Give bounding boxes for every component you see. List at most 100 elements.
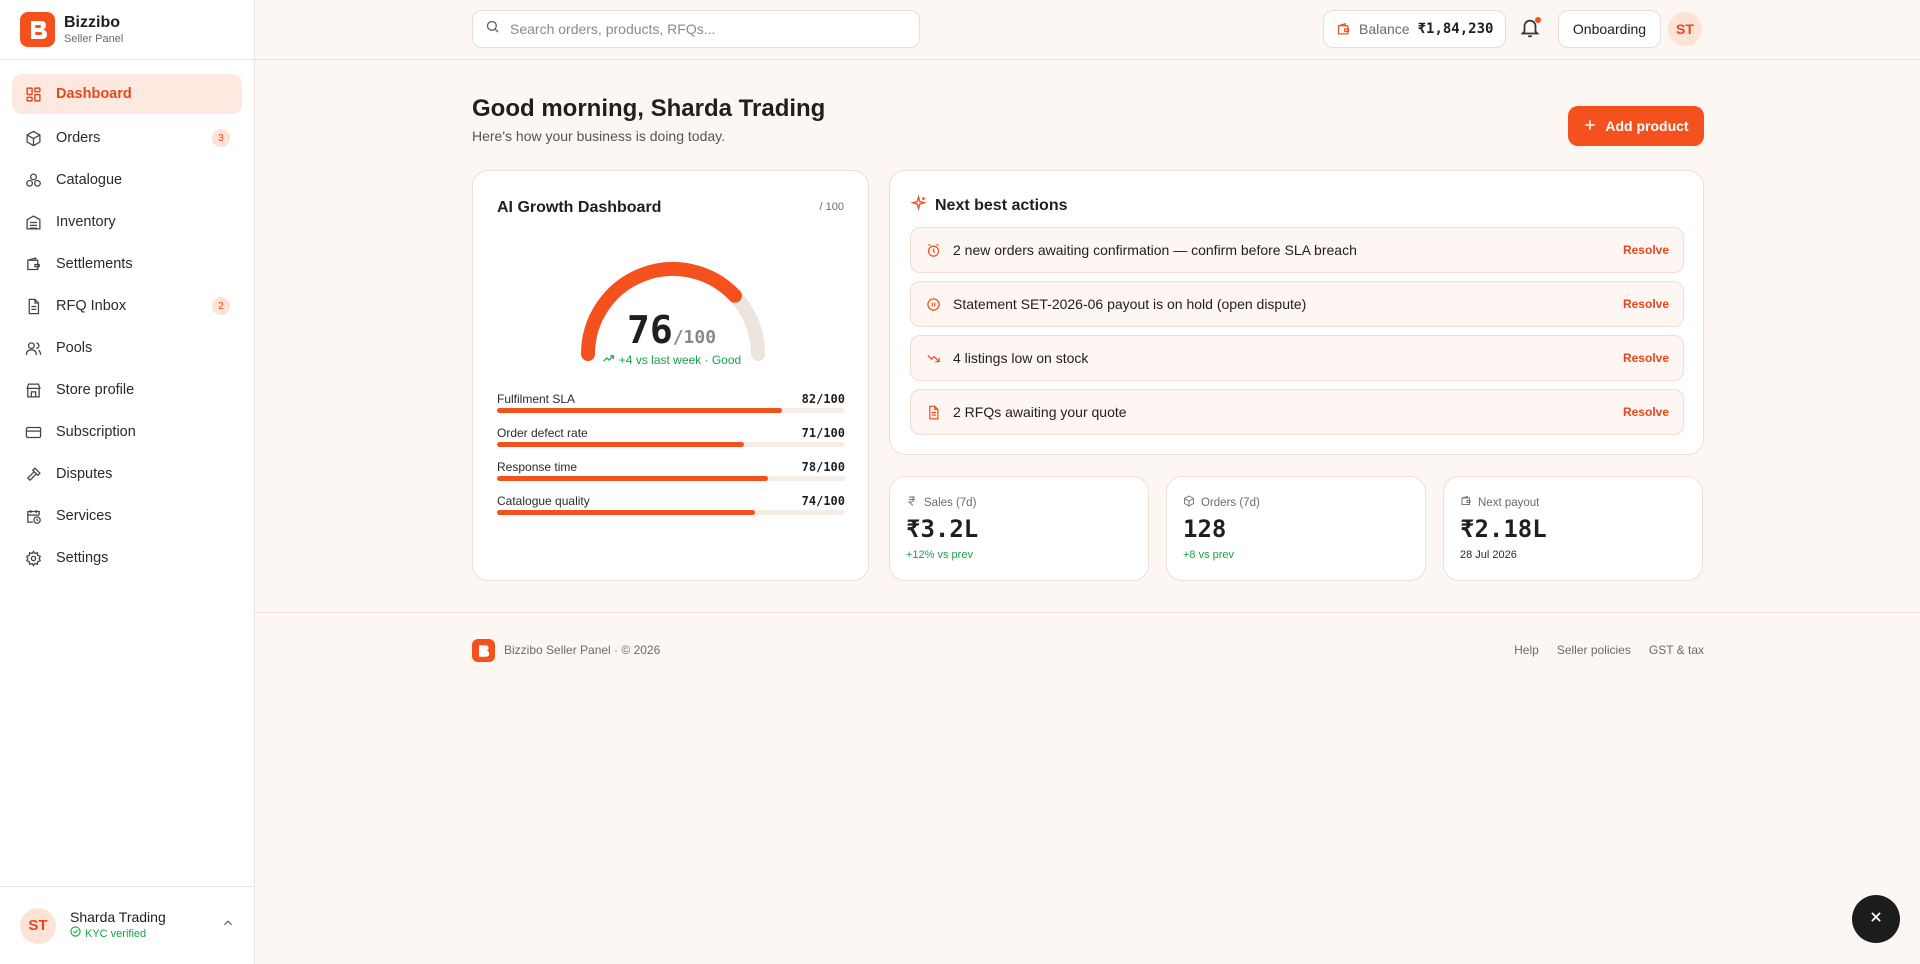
add-product-button[interactable]: Add product (1568, 106, 1704, 146)
stat-card-orders: Orders (7d) 128 +8 vs prev (1166, 476, 1426, 581)
resolve-button[interactable]: Resolve (1623, 405, 1669, 419)
metric-track (497, 476, 845, 481)
kyc-status-label: KYC verified (85, 927, 147, 940)
rfq-count-badge: 2 (212, 297, 230, 315)
stat-label-text: Next payout (1478, 496, 1540, 509)
score-readout: 76/100 (473, 308, 870, 352)
search-box[interactable] (472, 10, 920, 48)
resolve-button[interactable]: Resolve (1623, 297, 1669, 311)
user-menu[interactable]: ST Sharda Trading KYC verified (0, 886, 255, 964)
metric-fulfilment-sla: Fulfilment SLA 82/100 (497, 392, 845, 422)
metric-bar (497, 408, 783, 413)
metric-label: Response time (497, 460, 578, 474)
action-text: 4 listings low on stock (953, 350, 1089, 366)
topbar: Balance ₹1,84,230 Onboarding ST (255, 0, 1920, 60)
metric-value: 78/100 (801, 460, 845, 474)
avatar: ST (20, 907, 56, 944)
notifications-button[interactable] (1519, 17, 1543, 41)
sidebar-item-orders[interactable]: Orders 3 (12, 118, 242, 158)
store-icon (24, 381, 42, 399)
balance-pill[interactable]: Balance ₹1,84,230 (1323, 10, 1506, 48)
footer-link-gst-tax[interactable]: GST & tax (1649, 643, 1704, 657)
sidebar-item-pools[interactable]: Pools (12, 328, 242, 368)
plus-icon (1583, 118, 1597, 135)
orders-count-badge: 3 (212, 129, 230, 147)
footer-link-help[interactable]: Help (1514, 643, 1539, 657)
footer-logo-icon (472, 639, 495, 662)
sidebar-item-rfq-inbox[interactable]: RFQ Inbox 2 (12, 286, 242, 326)
rupee-icon (906, 495, 918, 510)
search-input[interactable] (510, 21, 890, 37)
action-item[interactable]: 4 listings low on stock Resolve (910, 335, 1684, 381)
action-item[interactable]: 2 new orders awaiting confirmation — con… (910, 227, 1684, 273)
balance-value: ₹1,84,230 (1417, 21, 1494, 37)
brand-logo-icon (20, 12, 55, 47)
gavel-icon (24, 465, 42, 483)
stat-value: ₹2.18L (1460, 515, 1547, 543)
action-item[interactable]: 2 RFQs awaiting your quote Resolve (910, 389, 1684, 435)
stat-change: +8 vs prev (1183, 549, 1235, 561)
bell-icon (1519, 19, 1541, 43)
actions-title: Next best actions (910, 194, 1067, 217)
sidebar-item-disputes[interactable]: Disputes (12, 454, 242, 494)
stat-label: Next payout (1460, 495, 1539, 510)
sidebar-nav: Dashboard Orders 3 Catalogue Inventory S… (0, 60, 254, 594)
sidebar-item-dashboard[interactable]: Dashboard (12, 74, 242, 114)
metric-bar (497, 476, 769, 481)
sidebar-item-services[interactable]: Services (12, 496, 242, 536)
onboarding-button[interactable]: Onboarding (1558, 10, 1661, 48)
chevron-up-icon[interactable] (221, 916, 235, 935)
document-icon (24, 297, 42, 315)
close-panel-button[interactable] (1852, 895, 1900, 943)
add-product-label: Add product (1605, 118, 1689, 134)
trending-down-icon (925, 350, 941, 366)
footer-copyright: Bizzibo Seller Panel · © 2026 (504, 643, 661, 657)
resolve-button[interactable]: Resolve (1623, 243, 1669, 257)
metric-label: Fulfilment SLA (497, 392, 576, 406)
check-circle-icon (70, 926, 81, 942)
footer-link-seller-policies[interactable]: Seller policies (1557, 643, 1631, 657)
sidebar-item-settings[interactable]: Settings (12, 538, 242, 578)
stat-value: ₹3.2L (906, 515, 979, 543)
metric-value: 82/100 (801, 392, 845, 406)
sidebar-item-store-profile[interactable]: Store profile (12, 370, 242, 410)
wallet-icon (24, 255, 42, 273)
page-title: Good morning, Sharda Trading (472, 95, 826, 122)
file-text-icon (925, 404, 941, 420)
sidebar-item-label: Store profile (56, 382, 135, 398)
alarm-clock-icon (925, 242, 941, 258)
sidebar-item-label: Pools (56, 340, 93, 356)
metric-track (497, 442, 845, 447)
sidebar-item-catalogue[interactable]: Catalogue (12, 160, 242, 200)
sidebar-item-label: Settlements (56, 256, 133, 272)
action-item[interactable]: Statement SET-2026-06 payout is on hold … (910, 281, 1684, 327)
stat-label: Sales (7d) (906, 495, 976, 510)
next-best-actions-card: Next best actions 2 new orders awaiting … (889, 170, 1704, 455)
balance-label: Balance (1359, 21, 1410, 37)
sidebar-item-label: Disputes (56, 466, 113, 482)
metric-catalogue-quality: Catalogue quality 74/100 (497, 494, 845, 524)
resolve-button[interactable]: Resolve (1623, 351, 1669, 365)
catalogue-icon (24, 171, 42, 189)
growth-title: AI Growth Dashboard (497, 199, 662, 216)
wallet-icon (1460, 495, 1472, 510)
sidebar-item-label: Settings (56, 550, 109, 566)
sidebar-item-inventory[interactable]: Inventory (12, 202, 242, 242)
metric-track (497, 510, 845, 515)
stat-value: 128 (1183, 515, 1227, 543)
stat-label-text: Orders (7d) (1201, 496, 1260, 509)
brand[interactable]: Bizzibo Seller Panel (0, 0, 254, 60)
stat-label-text: Sales (7d) (924, 496, 977, 509)
sidebar-item-label: Inventory (56, 214, 116, 230)
sidebar-item-subscription[interactable]: Subscription (12, 412, 242, 452)
sidebar: Bizzibo Seller Panel Dashboard Orders 3 … (0, 0, 255, 964)
gear-icon (24, 549, 42, 567)
profile-avatar[interactable]: ST (1668, 12, 1702, 46)
calendar-clock-icon (24, 507, 42, 525)
users-icon (24, 339, 42, 357)
user-name: Sharda Trading (70, 909, 166, 925)
growth-scale: / 100 (819, 201, 844, 213)
sidebar-item-settlements[interactable]: Settlements (12, 244, 242, 284)
sidebar-item-label: Dashboard (56, 86, 132, 102)
metric-response-time: Response time 78/100 (497, 460, 845, 490)
